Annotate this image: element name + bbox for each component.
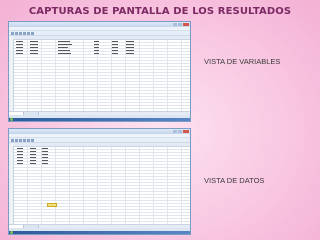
minimize-icon [173,130,177,133]
maximize-icon [178,130,182,133]
chart-icon [31,138,34,142]
redo-icon [27,138,30,142]
taskbar [9,231,190,234]
save-icon [15,138,18,142]
start-icon [10,118,13,121]
taskbar [9,118,190,121]
data-grid [9,143,190,229]
variables-grid [9,36,190,118]
print-icon [19,31,22,35]
open-icon [11,138,14,142]
undo-icon [23,138,26,142]
chart-icon [31,31,34,35]
page-title: CAPTURAS DE PANTALLA DE LOS RESULTADOS [28,6,292,17]
redo-icon [27,31,30,35]
print-icon [19,138,22,142]
start-icon [10,231,13,234]
data-view-screenshot [8,128,191,235]
save-icon [15,31,18,35]
close-icon [183,130,189,133]
minimize-icon [173,23,177,26]
open-icon [11,31,14,35]
window-titlebar [9,129,190,134]
variable-rows [14,40,164,55]
table-row [14,162,54,165]
maximize-icon [178,23,182,26]
window-controls [173,130,189,133]
close-icon [183,23,189,26]
caption-variable-view: VISTA DE VARIABLES [204,57,281,66]
caption-data-view: VISTA DE DATOS [204,176,265,185]
table-row [14,52,164,55]
window-controls [173,23,189,26]
window-titlebar [9,22,190,27]
variable-view-screenshot [8,21,191,122]
data-rows [14,147,54,165]
selected-cell [47,203,57,207]
undo-icon [23,31,26,35]
